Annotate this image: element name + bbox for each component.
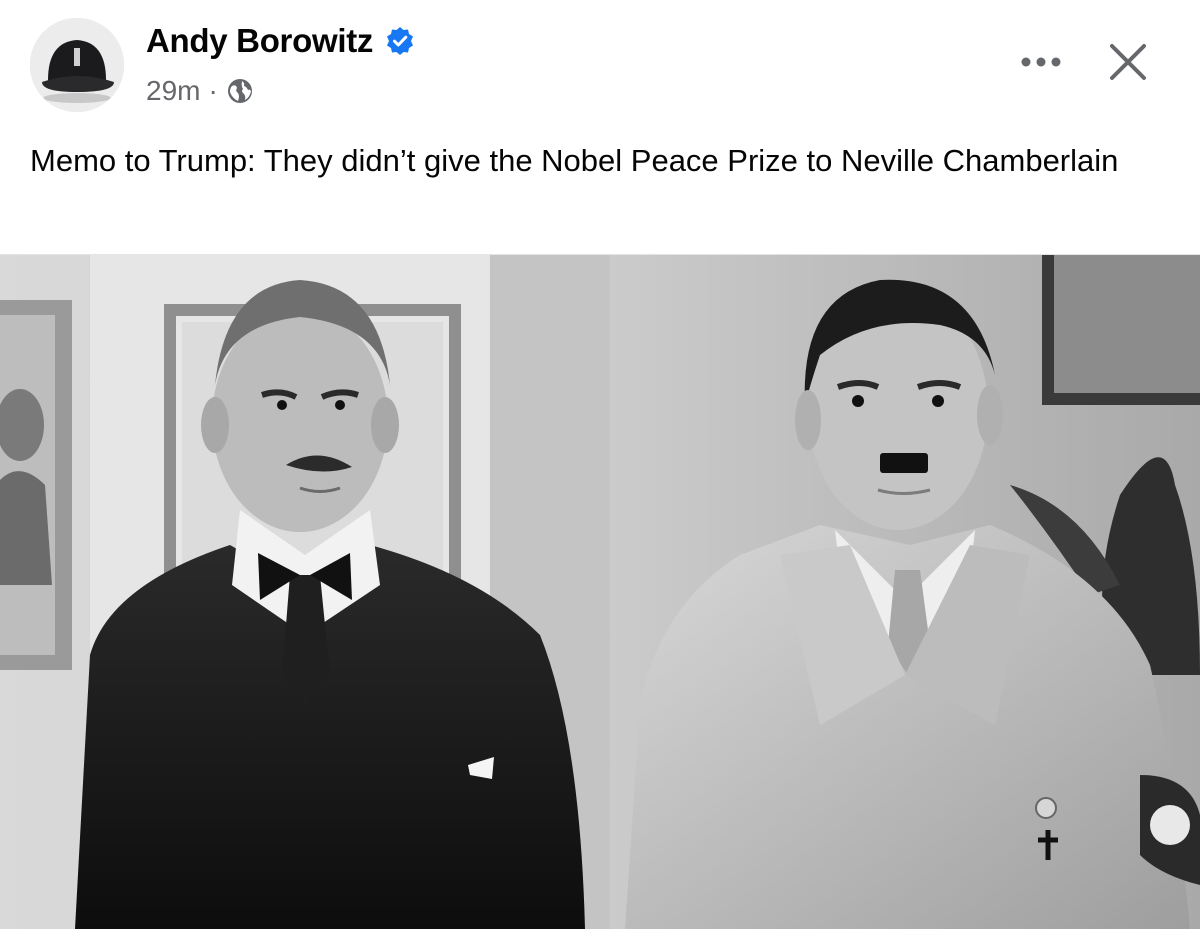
post-time[interactable]: 29m <box>146 75 200 107</box>
more-options-icon <box>1021 57 1061 67</box>
avatar-cap-image <box>30 18 124 112</box>
globe-icon[interactable] <box>226 77 254 105</box>
author-name[interactable]: Andy Borowitz <box>146 22 415 60</box>
post-photo-image <box>0 255 1200 929</box>
post-text: Memo to Trump: They didn’t give the Nobe… <box>30 143 1119 178</box>
meta-separator: · <box>208 75 218 106</box>
author-name-text[interactable]: Andy Borowitz <box>146 22 373 60</box>
facebook-post: Andy Borowitz 29m · Memo to Trump: They … <box>0 0 1200 929</box>
more-options-button[interactable] <box>1016 44 1066 80</box>
close-button[interactable] <box>1100 34 1156 90</box>
post-meta: 29m · <box>146 75 254 107</box>
close-icon <box>1110 44 1146 80</box>
post-photo[interactable] <box>0 254 1200 929</box>
verified-badge-icon <box>385 26 415 56</box>
author-avatar[interactable] <box>30 18 124 112</box>
